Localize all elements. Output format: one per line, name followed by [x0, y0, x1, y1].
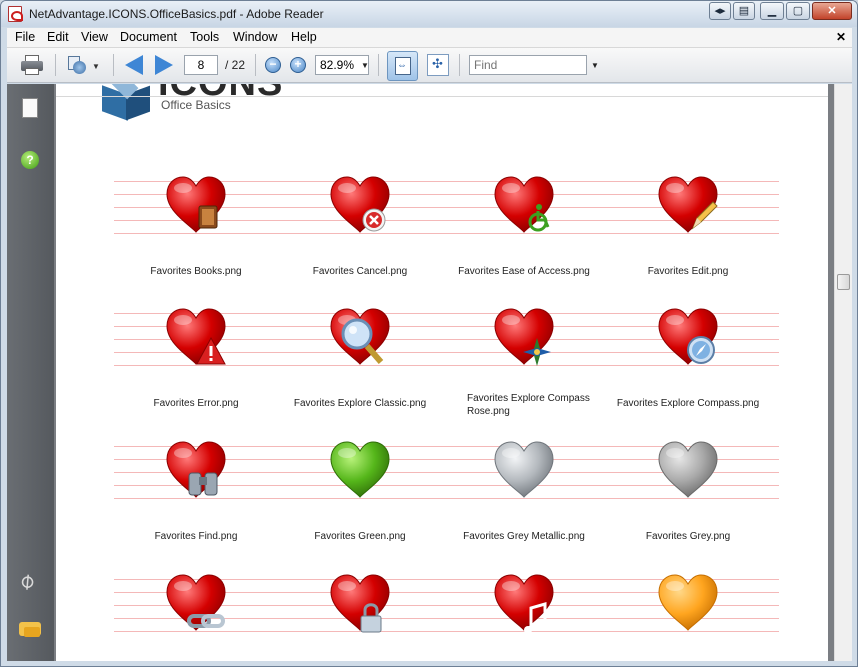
- previous-page-button[interactable]: [125, 55, 143, 75]
- heart-icon: [491, 572, 557, 634]
- book-icon: [198, 205, 218, 229]
- menu-view[interactable]: View: [81, 30, 108, 44]
- heart-icon: [327, 174, 393, 236]
- icon-caption: Favorites Ease of Access.png: [458, 266, 590, 277]
- cube-logo-icon: [102, 84, 152, 121]
- next-page-button[interactable]: [155, 55, 173, 75]
- heart-icon: [655, 439, 721, 501]
- icon-caption: Favorites Error.png: [153, 398, 239, 409]
- icon-caption: Favorites Grey.png: [645, 531, 731, 542]
- heart-icon: [491, 439, 557, 501]
- vertical-scrollbar[interactable]: [834, 84, 852, 661]
- heart-icon: [655, 306, 721, 368]
- pages-panel-icon[interactable]: [18, 95, 38, 118]
- zoom-in-button[interactable]: +: [290, 57, 306, 73]
- icon-caption: Favorites Find.png: [154, 531, 238, 542]
- chevron-down-icon[interactable]: ▼: [591, 61, 599, 70]
- collaborate-button[interactable]: ▼: [65, 53, 101, 77]
- pdf-app-icon: [8, 6, 23, 22]
- fit-page-button[interactable]: [427, 54, 449, 76]
- menu-edit[interactable]: Edit: [47, 30, 69, 44]
- heart-icon: [491, 306, 557, 368]
- reader-window: NetAdvantage.ICONS.OfficeBasics.pdf - Ad…: [0, 0, 858, 667]
- page-number-input[interactable]: [184, 55, 218, 75]
- heart-icon: [327, 439, 393, 501]
- heart-icon: [491, 174, 557, 236]
- heart-icon: [655, 572, 721, 634]
- print-button[interactable]: [19, 53, 47, 77]
- help-icon[interactable]: ?: [21, 151, 39, 169]
- toolbar-separator: [459, 54, 460, 76]
- icon-caption: Favorites Explore Compass.png: [616, 398, 760, 409]
- paperclip-icon[interactable]: ⌀: [13, 567, 40, 595]
- pdf-page: ICONS Office Basics Favorites Books.pngF…: [56, 84, 828, 661]
- zoom-out-button[interactable]: −: [265, 57, 281, 73]
- icon-caption: Favorites Explore Compass Rose.png: [467, 393, 590, 417]
- document-area[interactable]: ICONS Office Basics Favorites Books.pngF…: [54, 84, 834, 661]
- document-window-button[interactable]: ▤: [733, 2, 755, 20]
- maximize-button[interactable]: ▢: [786, 2, 810, 20]
- window-title: NetAdvantage.ICONS.OfficeBasics.pdf - Ad…: [29, 7, 324, 21]
- menu-tools[interactable]: Tools: [190, 30, 219, 44]
- minimize-button[interactable]: ▁: [760, 2, 784, 20]
- comments-icon[interactable]: [19, 622, 41, 637]
- tile-window-button[interactable]: ◂▸: [709, 2, 731, 20]
- fit-width-button[interactable]: [387, 51, 418, 81]
- heart-icon: [163, 572, 229, 634]
- toolbar-separator: [255, 54, 256, 76]
- chevron-down-icon[interactable]: ▼: [361, 61, 369, 70]
- menu-help[interactable]: Help: [291, 30, 317, 44]
- logo-subtitle: Office Basics: [161, 98, 231, 112]
- close-window-button[interactable]: ✕: [812, 2, 852, 20]
- menu-window[interactable]: Window: [233, 30, 277, 44]
- menu-document[interactable]: Document: [120, 30, 177, 44]
- icon-caption: Favorites Explore Classic.png: [293, 398, 427, 409]
- title-bar[interactable]: NetAdvantage.ICONS.OfficeBasics.pdf - Ad…: [1, 1, 857, 27]
- icon-caption: Favorites Books.png: [150, 266, 242, 277]
- icon-caption: Favorites Green.png: [314, 531, 406, 542]
- close-document-icon[interactable]: ✕: [836, 30, 846, 44]
- icon-caption: Favorites Grey Metallic.png: [463, 531, 585, 542]
- toolbar: ▼ / 22 − + ▼ ▼: [7, 48, 852, 83]
- chevron-down-icon: ▼: [92, 62, 100, 71]
- navigation-panel: ? ⌀: [7, 84, 54, 661]
- find-input[interactable]: [469, 55, 587, 75]
- header-divider: [56, 96, 828, 97]
- heart-icon: [163, 174, 229, 236]
- cancel-icon: [362, 208, 386, 232]
- compass-icon: [687, 336, 715, 364]
- page-total: / 22: [225, 58, 246, 72]
- menu-file[interactable]: File: [15, 30, 35, 44]
- heart-icon: [655, 174, 721, 236]
- toolbar-separator: [378, 54, 379, 76]
- heart-icon: [327, 306, 393, 368]
- heart-icon: [163, 439, 229, 501]
- heart-icon: [163, 306, 229, 368]
- menu-bar: File Edit View Document Tools Window Hel…: [7, 28, 852, 48]
- toolbar-separator: [113, 54, 114, 76]
- icon-caption: Favorites Cancel.png: [312, 266, 408, 277]
- icon-caption: Favorites Edit.png: [647, 266, 729, 277]
- toolbar-separator: [55, 54, 56, 76]
- heart-icon: [327, 572, 393, 634]
- scrollbar-thumb[interactable]: [837, 274, 850, 290]
